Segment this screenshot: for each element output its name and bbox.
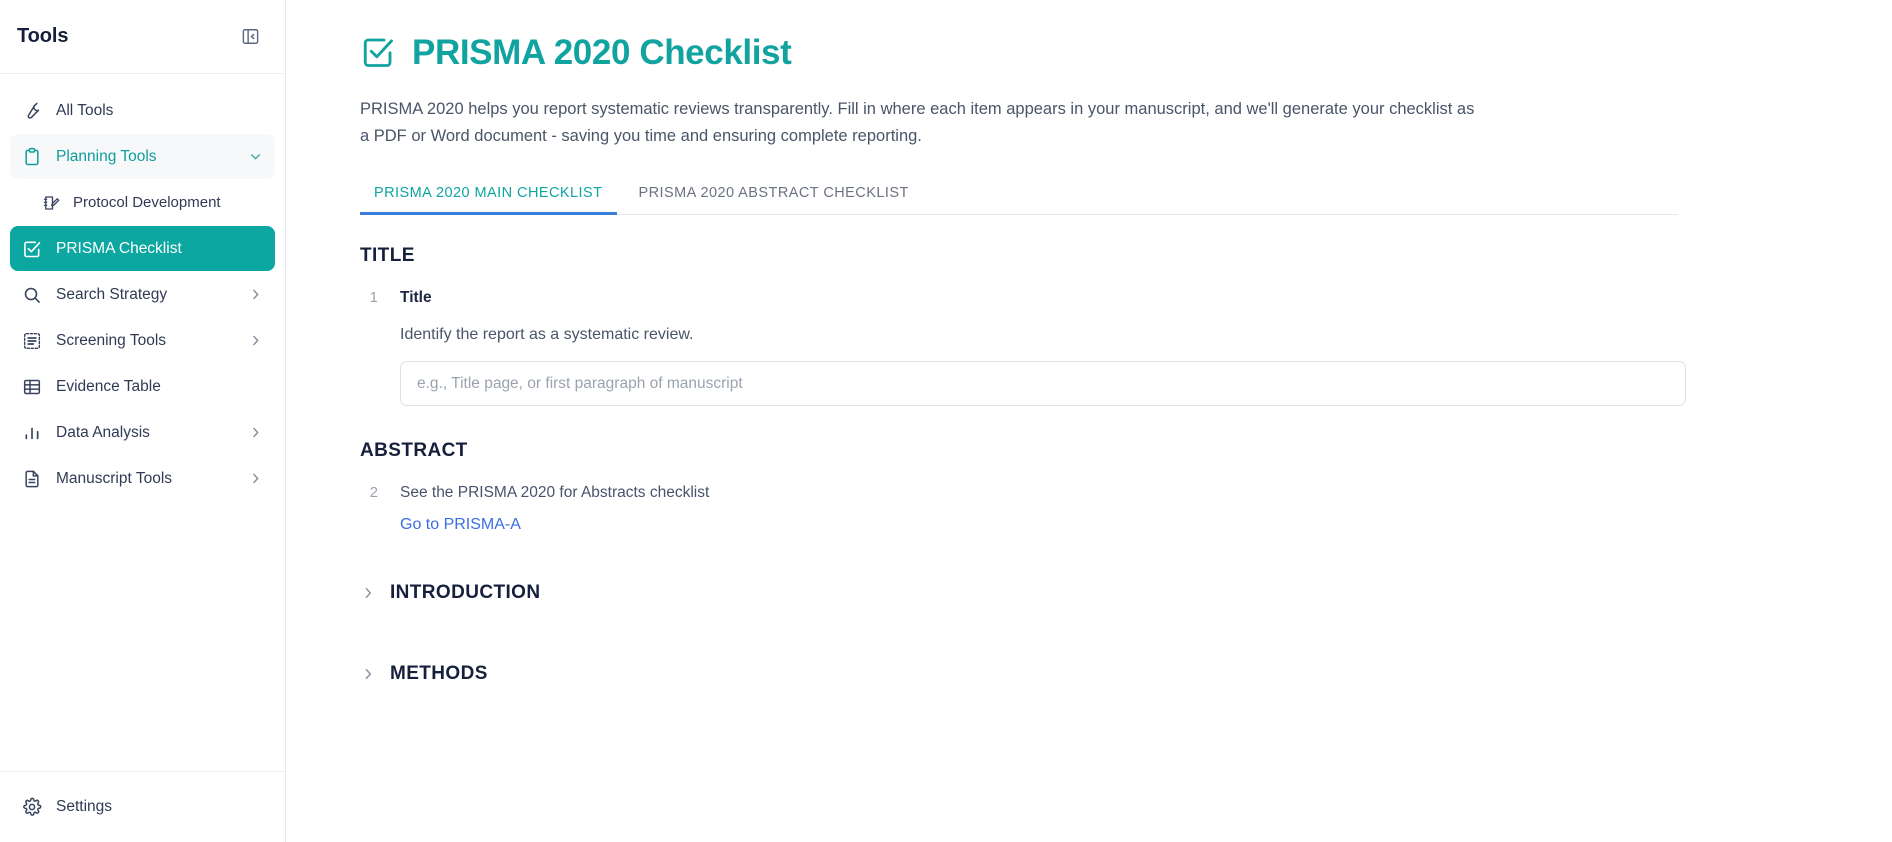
- item-number: 1: [369, 289, 378, 307]
- main-content: PRISMA 2020 Checklist PRISMA 2020 helps …: [286, 0, 1892, 842]
- item-location-input[interactable]: [400, 361, 1686, 407]
- sidebar-item-planning-tools[interactable]: Planning Tools: [10, 134, 275, 179]
- section-title: TITLE 1 Title Identify the report as a s…: [360, 245, 1832, 407]
- section-toggle-methods[interactable]: METHODS: [360, 655, 1832, 693]
- sidebar-item-manuscript-tools[interactable]: Manuscript Tools: [10, 456, 275, 501]
- sidebar-header: Tools: [0, 0, 285, 74]
- sidebar-item-screening-tools[interactable]: Screening Tools: [10, 318, 275, 363]
- sidebar-item-label: Manuscript Tools: [56, 469, 173, 487]
- section-heading: METHODS: [390, 663, 488, 685]
- sidebar-item-label: Protocol Development: [73, 194, 221, 211]
- sidebar-item-evidence-table[interactable]: Evidence Table: [10, 364, 275, 409]
- app-root: Tools All Tools Planning Tools Protocol …: [0, 0, 1892, 842]
- section-toggle-introduction[interactable]: INTRODUCTION: [360, 574, 1832, 612]
- tab-main-checklist[interactable]: PRISMA 2020 MAIN CHECKLIST: [360, 179, 624, 216]
- gear-icon: [21, 796, 43, 818]
- item-number: 2: [369, 484, 378, 502]
- section-heading: ABSTRACT: [360, 440, 468, 462]
- sidebar-title: Tools: [17, 25, 69, 47]
- page-title: PRISMA 2020 Checklist: [360, 34, 1832, 70]
- sidebar-item-settings[interactable]: Settings: [10, 784, 275, 829]
- checklist-tabs: PRISMA 2020 MAIN CHECKLIST PRISMA 2020 A…: [360, 179, 1678, 216]
- section-heading: INTRODUCTION: [390, 582, 541, 604]
- checkbox-check-icon: [360, 34, 396, 70]
- sidebar-item-label: Search Strategy: [56, 285, 168, 303]
- wrench-icon: [21, 100, 43, 122]
- item-name: Title: [400, 289, 432, 307]
- sidebar-item-label: Evidence Table: [56, 377, 161, 395]
- item-description: Identify the report as a systematic revi…: [400, 326, 694, 344]
- sidebar-item-label: All Tools: [56, 101, 114, 119]
- sidebar-item-label: PRISMA Checklist: [56, 239, 182, 257]
- sidebar-item-data-analysis[interactable]: Data Analysis: [10, 410, 275, 455]
- sidebar-item-label: Screening Tools: [56, 331, 167, 349]
- panel-collapse-left-icon[interactable]: [237, 24, 263, 50]
- sidebar-item-label: Settings: [56, 797, 113, 815]
- screening-list-icon: [21, 330, 43, 352]
- sidebar-item-protocol-development[interactable]: Protocol Development: [10, 180, 275, 225]
- chevron-right-icon: [247, 425, 263, 441]
- clipboard-icon: [21, 146, 43, 168]
- chevron-right-icon: [247, 333, 263, 349]
- search-icon: [21, 284, 43, 306]
- note-edit-icon: [40, 192, 62, 214]
- sidebar-item-label: Planning Tools: [56, 147, 157, 165]
- chevron-right-icon: [247, 287, 263, 303]
- chevron-right-icon: [360, 585, 376, 601]
- sidebar-item-prisma-checklist[interactable]: PRISMA Checklist: [10, 226, 275, 271]
- chevron-down-icon: [247, 149, 263, 165]
- sidebar-item-search-strategy[interactable]: Search Strategy: [10, 272, 275, 317]
- checkbox-check-icon: [21, 238, 43, 260]
- intro-paragraph: PRISMA 2020 helps you report systematic …: [360, 100, 1475, 145]
- checklist-item: 2 See the PRISMA 2020 for Abstracts chec…: [360, 480, 1832, 534]
- go-to-prisma-a-link[interactable]: Go to PRISMA-A: [400, 516, 521, 534]
- section-abstract: ABSTRACT 2 See the PRISMA 2020 for Abstr…: [360, 440, 1832, 534]
- table-icon: [21, 376, 43, 398]
- tab-abstract-checklist[interactable]: PRISMA 2020 ABSTRACT CHECKLIST: [624, 179, 930, 214]
- document-icon: [21, 468, 43, 490]
- chevron-right-icon: [247, 471, 263, 487]
- sidebar-item-label: Data Analysis: [56, 423, 150, 441]
- checklist-item: 1 Title Identify the report as a systema…: [360, 285, 1832, 407]
- section-heading: TITLE: [360, 245, 415, 267]
- item-name: See the PRISMA 2020 for Abstracts checkl…: [400, 484, 710, 502]
- sidebar-item-all-tools[interactable]: All Tools: [10, 88, 275, 133]
- sidebar: Tools All Tools Planning Tools Protocol …: [0, 0, 286, 842]
- chevron-right-icon: [360, 666, 376, 682]
- bar-chart-icon: [21, 422, 43, 444]
- sidebar-footer: Settings: [0, 771, 285, 842]
- sidebar-nav: All Tools Planning Tools Protocol Develo…: [0, 74, 285, 771]
- page-title-text: PRISMA 2020 Checklist: [412, 32, 792, 72]
